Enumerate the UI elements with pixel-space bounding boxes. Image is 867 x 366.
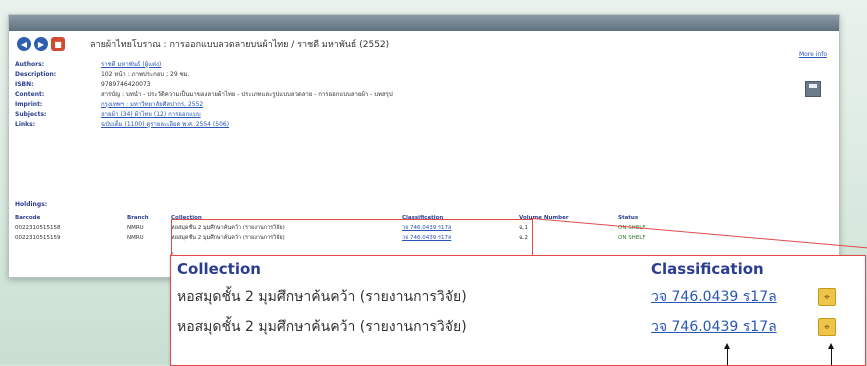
field-label: Subjects: (15, 110, 47, 118)
title-bar (9, 15, 839, 31)
zoom-collection: หอสมุดชั้น 2 มุมศึกษาค้นคว้า (รายงานการว… (177, 319, 467, 335)
zoom-header: Collection Classification (171, 256, 865, 282)
barcode: 0022310515159 (15, 235, 61, 241)
opac-window: ◀ ▶ ■ ลายผ้าไทยโบราณ : การออกแบบลวดลายบน… (8, 14, 840, 278)
zoom-row: หอสมุดชั้น 2 มุมศึกษาค้นคว้า (รายงานการว… (171, 282, 865, 312)
map-icon[interactable]: ⌖ (818, 288, 836, 306)
holdings-label: Holdings: (15, 201, 48, 208)
field-value: 102 หน้า : ภาพประกอบ ; 29 ซม. (101, 71, 190, 78)
author-link[interactable]: ราชดี มหาพันธ์ (ผู้แต่ง) (101, 59, 161, 69)
imprint-link[interactable]: กรุงเทพฯ : มหาวิทยาลัยศิลปากร, 2552 (101, 99, 203, 109)
branch: NMRU (127, 225, 144, 231)
book-icon[interactable]: ■ (51, 37, 65, 51)
header-status: Status (618, 215, 639, 221)
field-description: Description: 102 หน้า : ภาพประกอบ ; 29 ซ… (15, 69, 393, 79)
zoom-row: หอสมุดชั้น 2 มุมศึกษาค้นคว้า (รายงานการว… (171, 312, 865, 342)
field-authors: Authors: ราชดี มหาพันธ์ (ผู้แต่ง) (15, 59, 393, 69)
field-subjects: Subjects: ลายผ้า (34) ผ้าไทย (12) การออก… (15, 109, 393, 119)
back-icon[interactable]: ◀ (17, 37, 31, 51)
header-barcode: Barcode (15, 215, 41, 221)
zoom-header-collection: Collection (177, 260, 261, 278)
zoom-classification-link[interactable]: วจ 746.0439 ร17ล (651, 286, 818, 308)
pointer-arrow-up (828, 343, 834, 365)
external-links[interactable]: ฉบับเต็ม (1100) ดูรายละเอียด พ.ศ. 2554 (… (101, 119, 229, 129)
zoom-collection: หอสมุดชั้น 2 มุมศึกษาค้นคว้า (รายงานการว… (177, 289, 467, 305)
field-label: Links: (15, 120, 36, 128)
save-icon[interactable] (805, 81, 821, 97)
field-content: Content: สารบัญ : บทนำ - ประวัติความเป็น… (15, 89, 393, 99)
branch: NMRU (127, 235, 144, 241)
field-label: Content: (15, 90, 45, 98)
volume: ฉ.2 (519, 235, 528, 241)
field-value: สารบัญ : บทนำ - ประวัติความเป็นมาของลายผ… (101, 91, 393, 98)
field-label: Description: (15, 70, 57, 78)
field-imprint: Imprint: กรุงเทพฯ : มหาวิทยาลัยศิลปากร, … (15, 99, 393, 109)
more-info-link[interactable]: More info (799, 51, 827, 58)
map-icon[interactable]: ⌖ (818, 318, 836, 336)
field-label: ISBN: (15, 80, 34, 88)
zoom-header-classification: Classification (651, 260, 764, 278)
record-fields: Authors: ราชดี มหาพันธ์ (ผู้แต่ง) Descri… (15, 59, 393, 129)
pointer-arrow-up (724, 343, 730, 365)
forward-icon[interactable]: ▶ (34, 37, 48, 51)
field-isbn: ISBN: 9789746420073 (15, 79, 393, 89)
zoom-panel: Collection Classification หอสมุดชั้น 2 ม… (170, 255, 866, 366)
barcode: 0022310515158 (15, 225, 61, 231)
field-links: Links: ฉบับเต็ม (1100) ดูรายละเอียด พ.ศ.… (15, 119, 393, 129)
record-navbar: ◀ ▶ ■ ลายผ้าไทยโบราณ : การออกแบบลวดลายบน… (9, 31, 839, 57)
field-value: 9789746420073 (101, 80, 151, 88)
zoom-classification-link[interactable]: วจ 746.0439 ร17ล (651, 316, 818, 338)
field-label: Imprint: (15, 100, 43, 108)
field-label: Authors: (15, 60, 45, 68)
subject-links[interactable]: ลายผ้า (34) ผ้าไทย (12) การออกแบบ (101, 109, 201, 119)
status: ON SHELF (618, 235, 646, 241)
header-branch: Branch (127, 215, 149, 221)
record-title: ลายผ้าไทยโบราณ : การออกแบบลวดลายบนผ้าไทย… (90, 40, 390, 50)
